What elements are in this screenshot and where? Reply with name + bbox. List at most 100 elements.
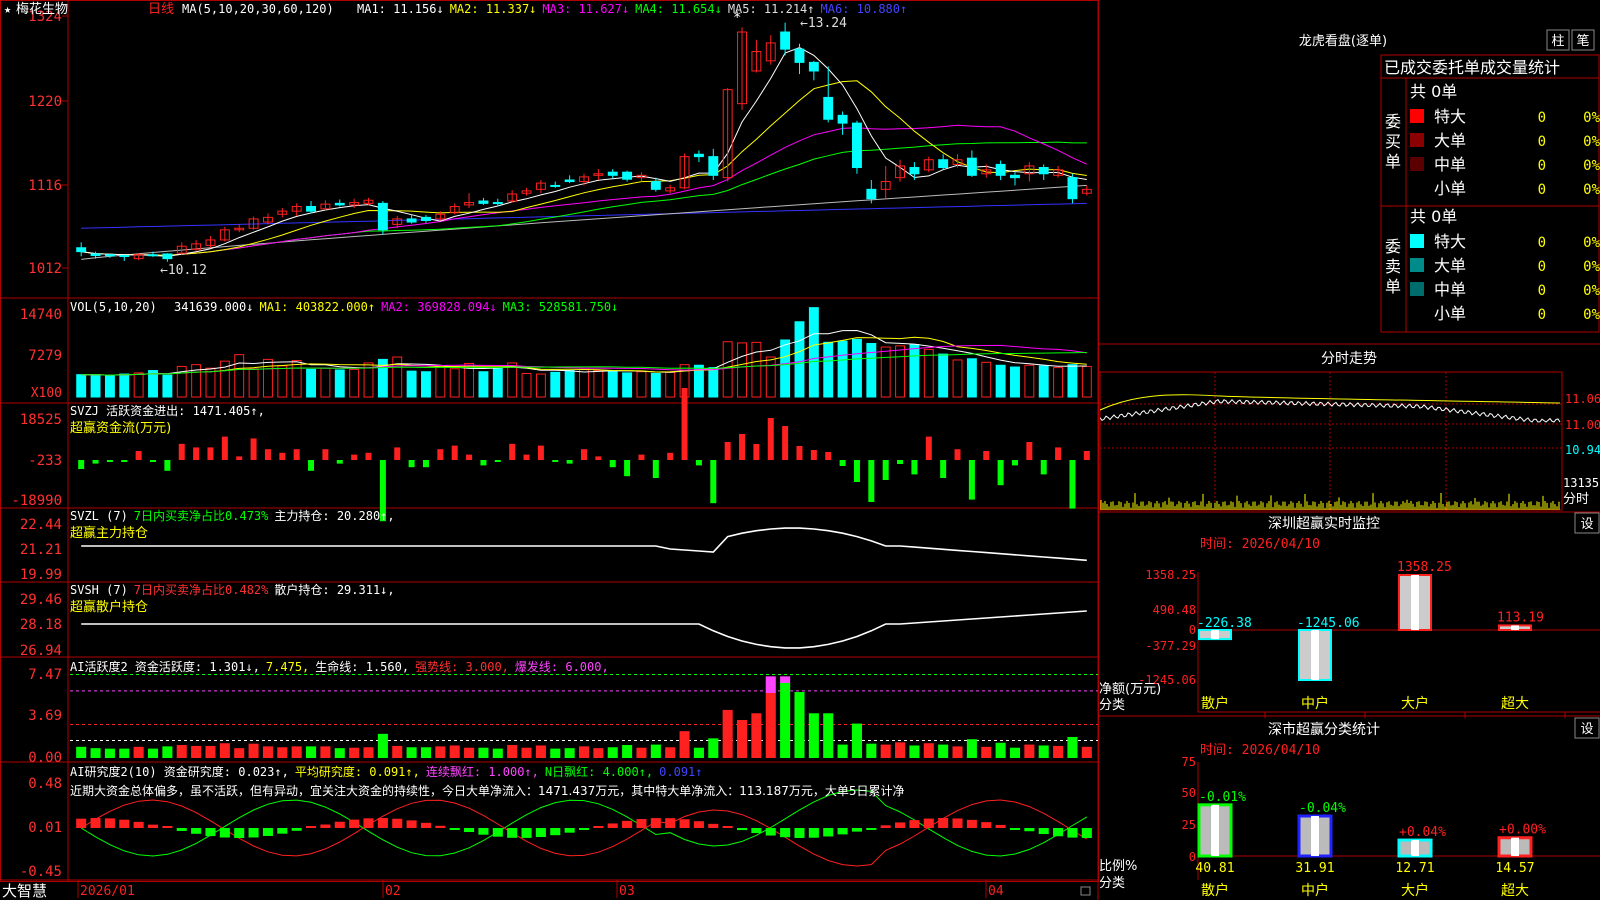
- airesearch-bar: [593, 826, 604, 828]
- date-label-3: 04: [988, 884, 1004, 899]
- fenshi-frame: [1099, 371, 1563, 511]
- svzj-bar: [264, 449, 271, 460]
- class-value-label-1: 31.91: [1295, 861, 1334, 876]
- aiactive-bar: [866, 743, 877, 758]
- main-chart-canvas[interactable]: 1324122011161012←13.24←10.12*★ 梅花生物 日线 MA(5…: [0, 0, 1600, 900]
- aiactive-bar: [90, 748, 101, 758]
- airesearch-bar: [449, 828, 460, 830]
- vol-ma2-line: [81, 336, 1087, 376]
- monitor-settings-label: 设: [1580, 517, 1593, 532]
- svzl-tick-2: 19.99: [20, 567, 62, 583]
- monitor-tick-3: -377.29: [1145, 639, 1196, 653]
- aiactive-bar: [751, 713, 762, 758]
- monitor-axis-sub: 分类: [1099, 698, 1125, 713]
- airesearch-bar: [765, 828, 776, 836]
- svzl-tick-1: 21.21: [20, 542, 62, 558]
- buy-row-count: 0: [1538, 158, 1546, 174]
- svzj-bar: [437, 449, 444, 460]
- volume-bar: [449, 368, 460, 398]
- svzl-header-item-2: 主力持仓: 20.280↑,: [274, 508, 394, 523]
- monitor-category-1: 中户: [1301, 695, 1329, 712]
- vol-header-item-1: MA1: 403822.000↑: [259, 300, 375, 314]
- candle-body: [406, 218, 417, 223]
- monitor-value-label-0: -226.38: [1197, 616, 1252, 631]
- airesearch-bar: [535, 828, 546, 838]
- svsh-header-item-2: 散户持仓: 29.311↓,: [274, 582, 394, 597]
- monitor-bar-1: [1298, 629, 1332, 681]
- svzj-bar: [164, 460, 171, 471]
- svzj-bar: [810, 450, 817, 460]
- svzj-bar: [868, 460, 875, 502]
- fenshi-tick-2: 10.94: [1565, 443, 1600, 457]
- candle-body: [837, 114, 848, 124]
- aiactive-tick-1: 3.69: [28, 708, 62, 724]
- svzj-bar: [724, 442, 731, 460]
- buy-row-count: 0: [1538, 182, 1546, 198]
- aiactive-bar: [349, 747, 360, 758]
- sell-row-pct: 0%: [1583, 235, 1600, 251]
- airesearch-comment: 近期大资金总体偏多，虽不活跃，但有异动，宜关注大资金的持续性，今日大单净流入：1…: [70, 783, 905, 798]
- candle-body: [1067, 177, 1078, 200]
- airesearch-header-item-0: AI研究度2(10) 资金研究度: 0.023↑,: [70, 764, 289, 779]
- aiactive-bar: [981, 746, 992, 758]
- volume-bar: [291, 360, 302, 398]
- candle-body: [148, 254, 158, 257]
- aiactive-bar: [909, 745, 920, 758]
- aiactive-bar: [765, 692, 776, 758]
- price-high-annotation: ←13.24: [800, 16, 847, 31]
- aiactive-bar: [449, 745, 460, 758]
- sell-row-count: 0: [1538, 259, 1546, 275]
- svzj-bar: [667, 452, 674, 460]
- airesearch-header-item-2: 连续飘红: 1.000↑,: [426, 764, 539, 779]
- price-tick-2: 1116: [28, 178, 62, 194]
- candle-body: [938, 159, 949, 169]
- svzj-bar: [193, 447, 200, 460]
- volume-bar: [636, 371, 647, 398]
- aiactive-bar: [306, 746, 317, 758]
- candle-body: [334, 202, 345, 206]
- volume-bar: [349, 368, 360, 398]
- monitor-category-0: 散户: [1201, 695, 1229, 712]
- aiactive-bar: [636, 747, 647, 758]
- aiactive-bar: [837, 744, 848, 758]
- class-bar-1: [1297, 814, 1333, 858]
- svzj-bar: [882, 460, 889, 480]
- aiactive-header-item-4: 爆发线: 6.000,: [515, 659, 609, 674]
- aiactive-bar: [780, 681, 791, 758]
- monitor-bar-highlight: [1511, 625, 1519, 630]
- svzj-bar: [897, 460, 904, 464]
- airesearch-bar: [420, 822, 431, 828]
- airesearch-bar: [823, 828, 834, 837]
- aiactive-header-item-2: 生命线: 1.560,: [315, 659, 409, 674]
- aiactive-bar: [578, 746, 590, 758]
- svzj-bar: [968, 460, 975, 500]
- airesearch-bar: [722, 826, 733, 828]
- sell-row-label: 中单: [1434, 280, 1466, 299]
- sell-row-swatch: [1410, 234, 1424, 248]
- svzj-bar: [1026, 442, 1033, 460]
- svzj-bar: [537, 445, 544, 460]
- sell-row-label: 小单: [1434, 304, 1466, 323]
- aiactive-bar: [133, 746, 144, 758]
- airesearch-bar: [665, 818, 676, 828]
- volume-bar: [334, 369, 345, 398]
- svzj-bar: [150, 460, 157, 462]
- svzj-bar: [308, 460, 315, 471]
- candle-body: [794, 48, 805, 63]
- volume-bar: [435, 366, 446, 398]
- aiactive-bar: [320, 746, 331, 758]
- airesearch-bar: [176, 828, 187, 831]
- volume-bar: [392, 356, 403, 398]
- aiactive-bar: [1067, 736, 1078, 758]
- volume-bar: [277, 365, 288, 398]
- airesearch-bar: [952, 818, 963, 828]
- svzj-tick-1: -233: [28, 453, 62, 469]
- star-icon: ★: [4, 2, 11, 16]
- aiactive-bar: [334, 748, 345, 758]
- candle-body: [564, 179, 575, 183]
- aiactive-bar: [923, 743, 934, 758]
- airesearch-bar: [1081, 828, 1092, 838]
- volume-bar: [708, 367, 719, 398]
- price-low-annotation: ←10.12: [160, 263, 207, 278]
- svzj-bar: [480, 460, 487, 466]
